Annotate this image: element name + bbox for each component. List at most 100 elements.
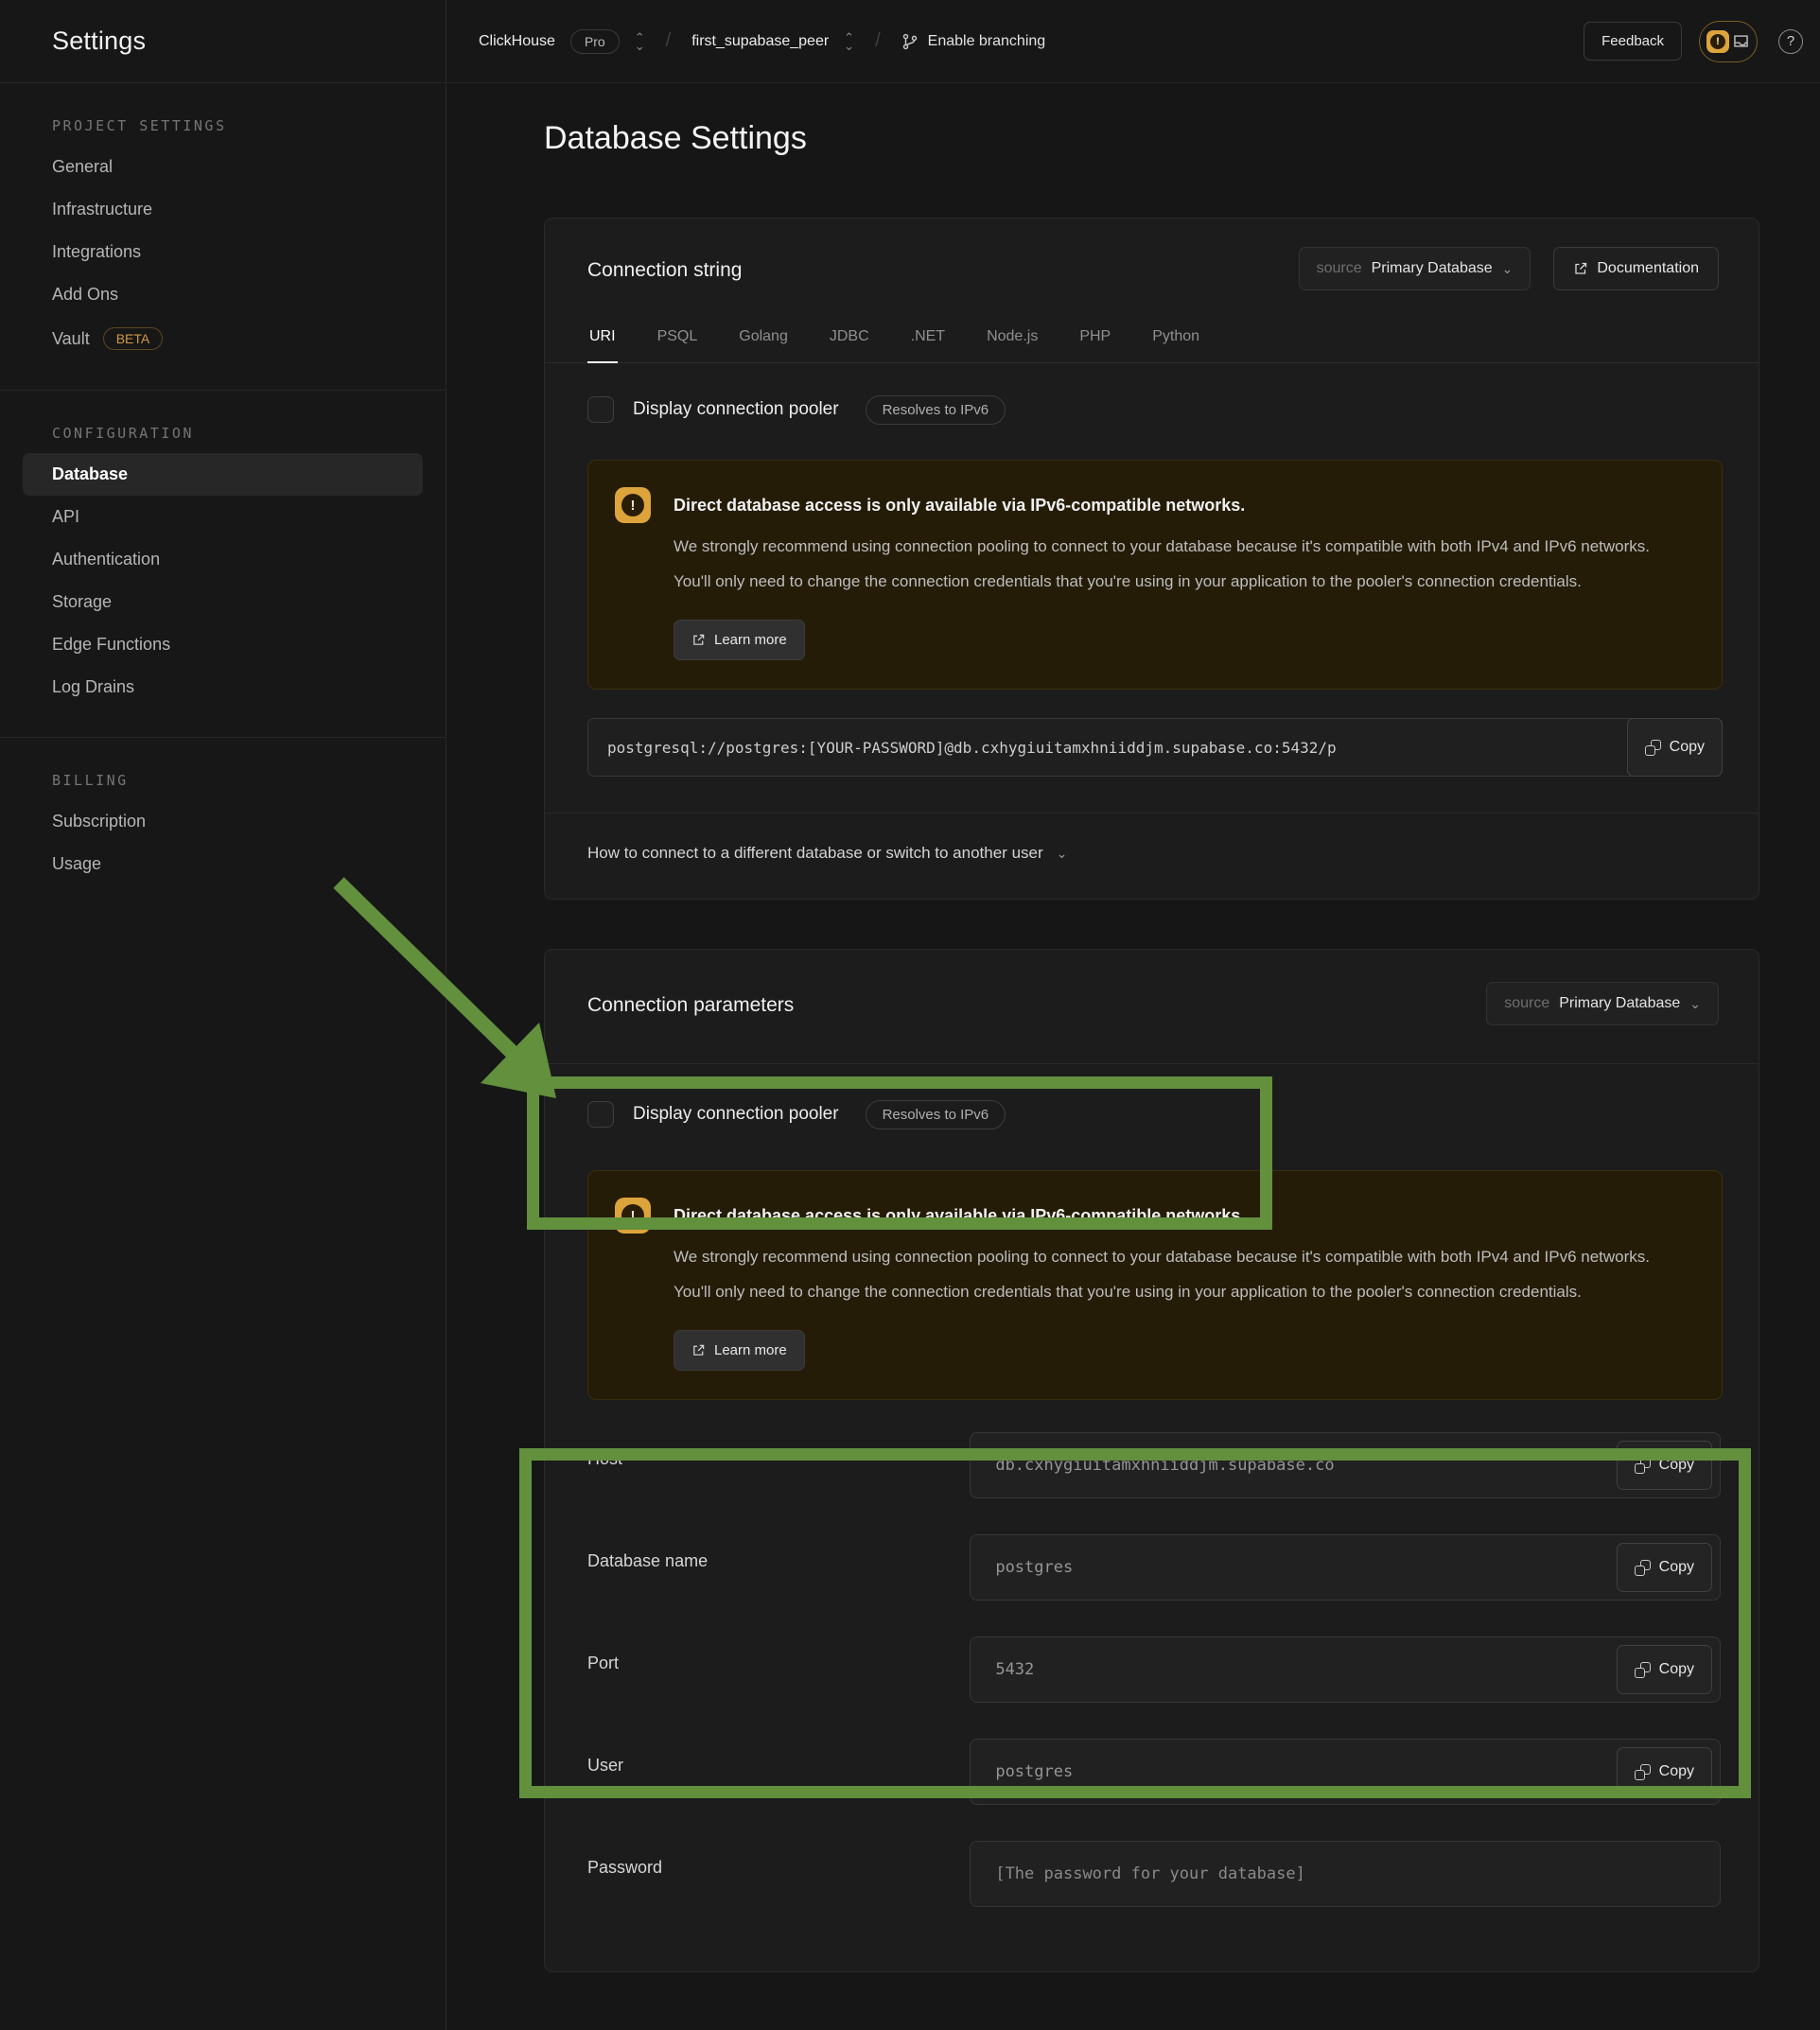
source-select[interactable]: source Primary Database ⌄	[1486, 982, 1719, 1025]
external-link-icon	[1573, 261, 1588, 276]
connection-parameters-body: Display connection pooler Resolves to IP…	[545, 1064, 1759, 1971]
header-actions: source Primary Database ⌄	[1486, 982, 1719, 1025]
pooler-row: Display connection pooler Resolves to IP…	[587, 1100, 1721, 1129]
tab-jdbc[interactable]: JDBC	[828, 315, 871, 362]
copy-label: Copy	[1659, 1457, 1694, 1474]
port-input[interactable]	[970, 1636, 1721, 1703]
resolves-to-ipv6-badge: Resolves to IPv6	[866, 395, 1006, 425]
connection-string-card: Connection string source Primary Databas…	[544, 218, 1759, 900]
git-branch-icon	[901, 33, 919, 50]
project-switcher-icon[interactable]: ⌃⌄	[844, 33, 854, 50]
breadcrumb-org[interactable]: ClickHouse	[479, 33, 555, 50]
settings-header: Settings	[0, 0, 446, 82]
parameter-fields: Host Copy Database name Copy	[587, 1432, 1721, 1907]
sidebar-section-billing: BILLING Subscription Usage	[0, 737, 446, 914]
display-connection-pooler-checkbox[interactable]	[587, 396, 614, 423]
display-connection-pooler-checkbox[interactable]	[587, 1101, 614, 1128]
external-link-icon	[691, 633, 706, 647]
host-input[interactable]	[970, 1432, 1721, 1498]
source-value: Primary Database	[1372, 260, 1493, 277]
tab-uri[interactable]: URI	[587, 315, 618, 362]
sidebar-section-configuration: CONFIGURATION Database API Authenticatio…	[0, 390, 446, 737]
sidebar-item-edge-functions[interactable]: Edge Functions	[23, 623, 423, 666]
database-name-row: Database name Copy	[587, 1534, 1721, 1601]
sidebar-item-general[interactable]: General	[23, 146, 423, 188]
notice-title: Direct database access is only available…	[674, 487, 1245, 523]
documentation-button[interactable]: Documentation	[1553, 247, 1719, 290]
field-label: Database name	[587, 1534, 970, 1571]
sidebar-section-project-settings: PROJECT SETTINGS General Infrastructure …	[0, 83, 446, 390]
sidebar-item-add-ons[interactable]: Add Ons	[23, 273, 423, 316]
main-content: Database Settings Connection string sour…	[446, 83, 1820, 2030]
how-to-connect-toggle[interactable]: How to connect to a different database o…	[587, 814, 1721, 899]
tab-nodejs[interactable]: Node.js	[985, 315, 1040, 362]
card-title: Connection parameters	[587, 982, 794, 1020]
copy-icon	[1645, 740, 1661, 756]
chevron-down-icon: ⌄	[1057, 849, 1068, 857]
database-settings-page: Settings ClickHouse Pro ⌃⌄ / first_supab…	[0, 0, 1820, 2030]
sidebar-item-label: API	[52, 507, 79, 527]
header-actions: source Primary Database ⌄ Documentation	[1299, 247, 1719, 290]
tab-php[interactable]: PHP	[1077, 315, 1112, 362]
sidebar-item-label: Usage	[52, 854, 101, 874]
sidebar-item-integrations[interactable]: Integrations	[23, 231, 423, 273]
sidebar-item-label: Edge Functions	[52, 635, 170, 655]
sidebar-item-vault[interactable]: VaultBETA	[23, 316, 423, 361]
chevron-down-icon: ⌄	[844, 42, 854, 50]
notifications-button[interactable]: !	[1699, 21, 1758, 62]
ipv6-warning-panel: ! Direct database access is only availab…	[587, 460, 1723, 690]
sidebar-item-label: Vault	[52, 329, 90, 349]
inbox-icon	[1732, 32, 1750, 50]
connection-uri-input[interactable]	[587, 718, 1723, 777]
tab-golang[interactable]: Golang	[737, 315, 790, 362]
chevron-down-icon: ⌄	[1502, 265, 1514, 272]
uri-field: Copy	[587, 718, 1723, 777]
sidebar-item-authentication[interactable]: Authentication	[23, 538, 423, 581]
user-input[interactable]	[970, 1739, 1721, 1805]
ipv6-warning-panel: ! Direct database access is only availab…	[587, 1170, 1723, 1400]
password-row: Password	[587, 1841, 1721, 1907]
org-switcher-icon[interactable]: ⌃⌄	[635, 33, 645, 50]
feedback-button[interactable]: Feedback	[1584, 22, 1682, 61]
sidebar-item-infrastructure[interactable]: Infrastructure	[23, 188, 423, 231]
sidebar-item-api[interactable]: API	[23, 496, 423, 538]
field-label: User	[587, 1739, 970, 1776]
copy-user-button[interactable]: Copy	[1617, 1747, 1712, 1796]
port-row: Port Copy	[587, 1636, 1721, 1703]
copy-database-name-button[interactable]: Copy	[1617, 1543, 1712, 1592]
copy-uri-button[interactable]: Copy	[1627, 718, 1723, 777]
sidebar-item-storage[interactable]: Storage	[23, 581, 423, 623]
breadcrumb-project[interactable]: first_supabase_peer	[691, 33, 829, 50]
database-name-input[interactable]	[970, 1534, 1721, 1601]
sidebar-item-label: Infrastructure	[52, 200, 152, 219]
card-title: Connection string	[587, 247, 742, 285]
sidebar-item-label: Storage	[52, 592, 112, 612]
copy-host-button[interactable]: Copy	[1617, 1441, 1712, 1490]
top-bar: Settings ClickHouse Pro ⌃⌄ / first_supab…	[0, 0, 1820, 83]
sidebar-item-log-drains[interactable]: Log Drains	[23, 666, 423, 709]
notice-title: Direct database access is only available…	[674, 1198, 1245, 1234]
password-input[interactable]	[970, 1841, 1721, 1907]
copy-icon	[1635, 1764, 1651, 1780]
learn-more-button[interactable]: Learn more	[674, 1330, 805, 1371]
copy-port-button[interactable]: Copy	[1617, 1645, 1712, 1694]
copy-label: Copy	[1659, 1661, 1694, 1678]
sidebar-item-database[interactable]: Database	[23, 453, 423, 496]
tab-python[interactable]: Python	[1150, 315, 1201, 362]
sidebar-item-usage[interactable]: Usage	[23, 843, 423, 885]
pooler-row: Display connection pooler Resolves to IP…	[587, 395, 1721, 424]
source-select[interactable]: source Primary Database ⌄	[1299, 247, 1531, 290]
section-label: PROJECT SETTINGS	[23, 117, 423, 146]
learn-more-button[interactable]: Learn more	[674, 620, 805, 660]
enable-branching-button[interactable]: Enable branching	[901, 33, 1046, 50]
sidebar-item-subscription[interactable]: Subscription	[23, 800, 423, 843]
user-field: Copy	[970, 1739, 1721, 1805]
tab-dotnet[interactable]: .NET	[909, 315, 947, 362]
copy-icon	[1635, 1458, 1651, 1474]
notice-body: We strongly recommend using connection p…	[674, 1239, 1667, 1309]
tab-psql[interactable]: PSQL	[656, 315, 700, 362]
section-label: CONFIGURATION	[23, 425, 423, 453]
help-icon[interactable]: ?	[1778, 29, 1803, 54]
copy-label: Copy	[1659, 1763, 1694, 1780]
connection-parameters-header: Connection parameters source Primary Dat…	[545, 950, 1759, 1064]
